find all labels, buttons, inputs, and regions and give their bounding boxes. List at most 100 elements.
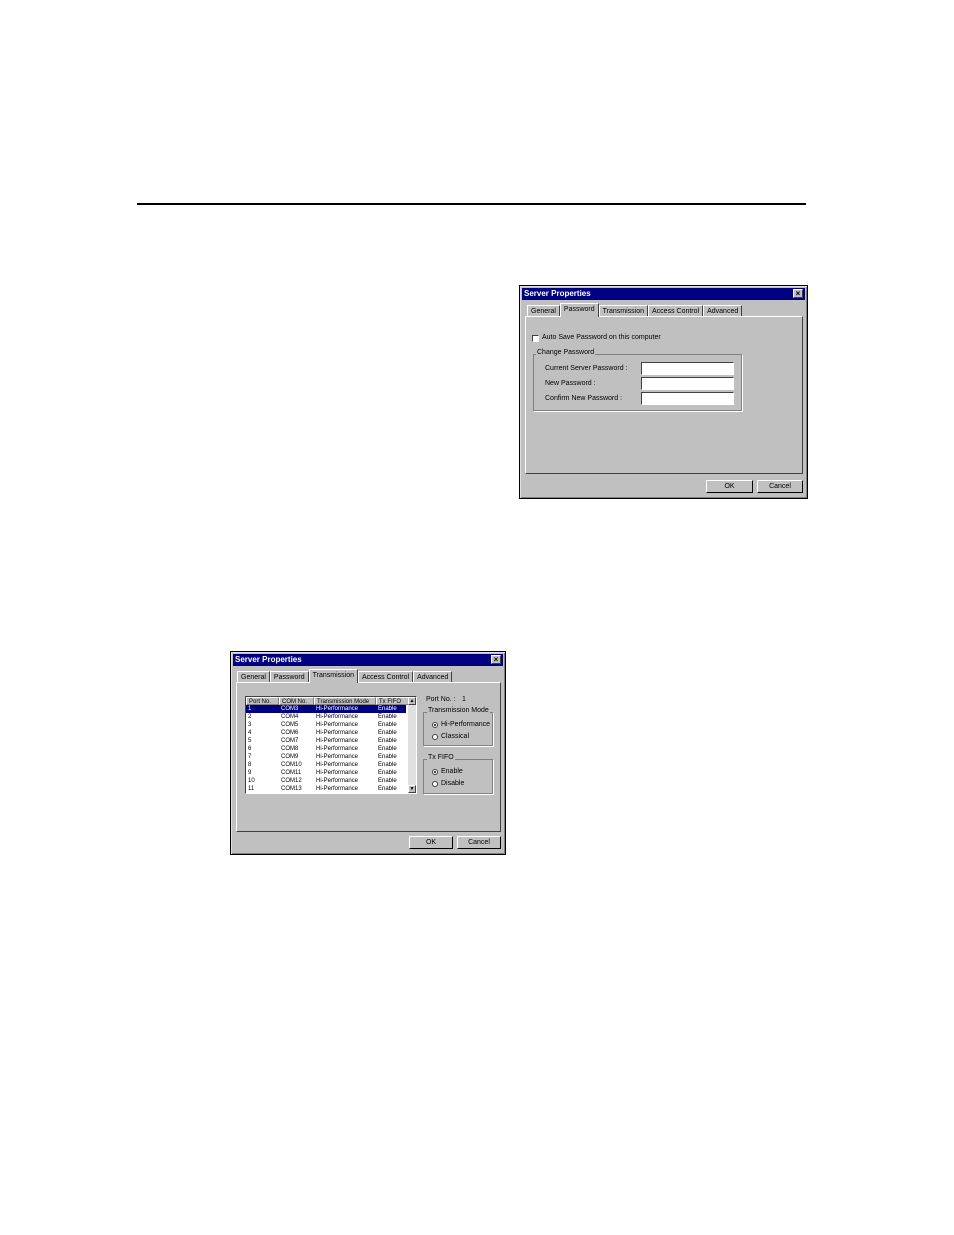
- table-cell: Enable: [378, 714, 397, 720]
- transmission-mode-group: [423, 712, 493, 746]
- port-list[interactable]: Port No. COM No. Transmission Mode Tx FI…: [245, 696, 417, 794]
- transmission-mode-group-label: Transmission Mode: [427, 707, 490, 714]
- table-cell: 7: [248, 754, 252, 760]
- table-cell: COM12: [281, 778, 302, 784]
- table-row[interactable]: 10 COM12 Hi-Performance Enable: [246, 777, 406, 785]
- table-cell: COM4: [281, 714, 299, 720]
- table-cell: Enable: [378, 770, 397, 776]
- cancel-button[interactable]: Cancel: [757, 480, 803, 493]
- port-no-value: 1: [462, 696, 466, 703]
- table-cell: Enable: [378, 754, 397, 760]
- table-cell: 3: [248, 722, 252, 728]
- radio-classical-label: Classical: [441, 733, 470, 740]
- table-cell: COM3: [281, 706, 299, 712]
- table-cell: Hi-Performance: [316, 706, 359, 712]
- dialog-titlebar: Server Properties ×: [233, 654, 503, 666]
- cancel-button[interactable]: Cancel: [457, 836, 501, 849]
- dialog-titlebar: Server Properties ×: [522, 288, 805, 300]
- table-cell: Enable: [378, 746, 397, 752]
- table-cell: Hi-Performance: [316, 778, 359, 784]
- radio-disable-label: Disable: [441, 780, 465, 787]
- table-cell: Hi-Performance: [316, 770, 359, 776]
- table-cell: 1: [248, 706, 252, 712]
- tab-transmission[interactable]: Transmission: [308, 669, 359, 683]
- table-cell: Enable: [378, 706, 397, 712]
- table-cell: COM6: [281, 730, 299, 736]
- table-cell: 4: [248, 730, 252, 736]
- table-cell: COM8: [281, 746, 299, 752]
- table-cell: Hi-Performance: [316, 746, 359, 752]
- current-password-label: Current Server Password :: [545, 365, 628, 372]
- new-password-input[interactable]: [641, 377, 734, 390]
- tab-strip: General Password Transmission Access Con…: [237, 669, 453, 683]
- table-cell: Enable: [378, 730, 397, 736]
- table-row[interactable]: 9 COM11 Hi-Performance Enable: [246, 769, 406, 777]
- table-cell: 2: [248, 714, 252, 720]
- table-row[interactable]: 11 COM13 Hi-Performance Enable: [246, 785, 406, 793]
- table-cell: Enable: [378, 738, 397, 744]
- table-cell: Hi-Performance: [316, 738, 359, 744]
- table-cell: COM10: [281, 762, 302, 768]
- table-cell: Hi-Performance: [316, 754, 359, 760]
- close-icon[interactable]: ×: [793, 289, 803, 298]
- tab-password[interactable]: Password: [559, 303, 599, 317]
- change-password-group-label: Change Password: [536, 349, 596, 356]
- table-cell: Enable: [378, 762, 397, 768]
- table-cell: COM5: [281, 722, 299, 728]
- auto-save-label: Auto Save Password on this computer: [542, 334, 661, 341]
- column-header-transmission-mode[interactable]: Transmission Mode: [314, 697, 376, 705]
- column-header-port-no[interactable]: Port No.: [246, 697, 279, 705]
- tx-fifo-group-label: Tx FIFO: [427, 754, 455, 761]
- table-cell: COM13: [281, 786, 302, 792]
- radio-enable-label: Enable: [441, 768, 463, 775]
- table-row[interactable]: 1 COM3 Hi-Performance Enable: [246, 705, 406, 713]
- server-properties-dialog-password: Server Properties × General Password Tra…: [519, 285, 808, 499]
- radio-disable[interactable]: [432, 781, 438, 787]
- close-icon[interactable]: ×: [491, 655, 501, 664]
- table-cell: COM9: [281, 754, 299, 760]
- new-password-label: New Password :: [545, 380, 596, 387]
- table-row[interactable]: 6 COM8 Hi-Performance Enable: [246, 745, 406, 753]
- dialog-title: Server Properties: [235, 655, 302, 664]
- radio-hi-performance[interactable]: [432, 722, 438, 728]
- table-cell: Enable: [378, 778, 397, 784]
- table-row[interactable]: 3 COM5 Hi-Performance Enable: [246, 721, 406, 729]
- table-row[interactable]: 7 COM9 Hi-Performance Enable: [246, 753, 406, 761]
- radio-hi-performance-label: Hi-Performance: [441, 721, 491, 728]
- tx-fifo-group: [423, 759, 493, 794]
- ok-button[interactable]: OK: [409, 836, 453, 849]
- table-row[interactable]: 8 COM10 Hi-Performance Enable: [246, 761, 406, 769]
- server-properties-dialog-transmission: Server Properties × General Password Tra…: [230, 651, 506, 855]
- scrollbar[interactable]: ▲ ▼: [408, 697, 416, 793]
- confirm-password-label: Confirm New Password :: [545, 395, 623, 402]
- ok-button[interactable]: OK: [706, 480, 753, 493]
- radio-enable[interactable]: [432, 769, 438, 775]
- table-cell: 9: [248, 770, 252, 776]
- column-header-com-no[interactable]: COM No.: [279, 697, 314, 705]
- table-cell: 8: [248, 762, 252, 768]
- confirm-password-input[interactable]: [641, 392, 734, 405]
- header-rule: [137, 203, 806, 205]
- auto-save-checkbox[interactable]: [532, 335, 539, 342]
- table-cell: Hi-Performance: [316, 714, 359, 720]
- table-cell: Hi-Performance: [316, 722, 359, 728]
- table-cell: COM7: [281, 738, 299, 744]
- column-header-tx-fifo[interactable]: Tx FIFO: [376, 697, 410, 705]
- table-row[interactable]: 4 COM6 Hi-Performance Enable: [246, 729, 406, 737]
- table-cell: Enable: [378, 722, 397, 728]
- table-cell: Hi-Performance: [316, 730, 359, 736]
- table-row[interactable]: 5 COM7 Hi-Performance Enable: [246, 737, 406, 745]
- scroll-up-icon[interactable]: ▲: [408, 697, 416, 705]
- tab-strip: General Password Transmission Access Con…: [527, 303, 743, 317]
- table-row[interactable]: 2 COM4 Hi-Performance Enable: [246, 713, 406, 721]
- table-cell: 10: [248, 778, 255, 784]
- table-cell: Hi-Performance: [316, 786, 359, 792]
- table-cell: COM11: [281, 770, 302, 776]
- table-cell: Enable: [378, 786, 397, 792]
- dialog-title: Server Properties: [524, 289, 591, 298]
- table-cell: Hi-Performance: [316, 762, 359, 768]
- scroll-down-icon[interactable]: ▼: [408, 785, 416, 793]
- table-cell: 6: [248, 746, 252, 752]
- radio-classical[interactable]: [432, 734, 438, 740]
- current-password-input[interactable]: [641, 362, 734, 375]
